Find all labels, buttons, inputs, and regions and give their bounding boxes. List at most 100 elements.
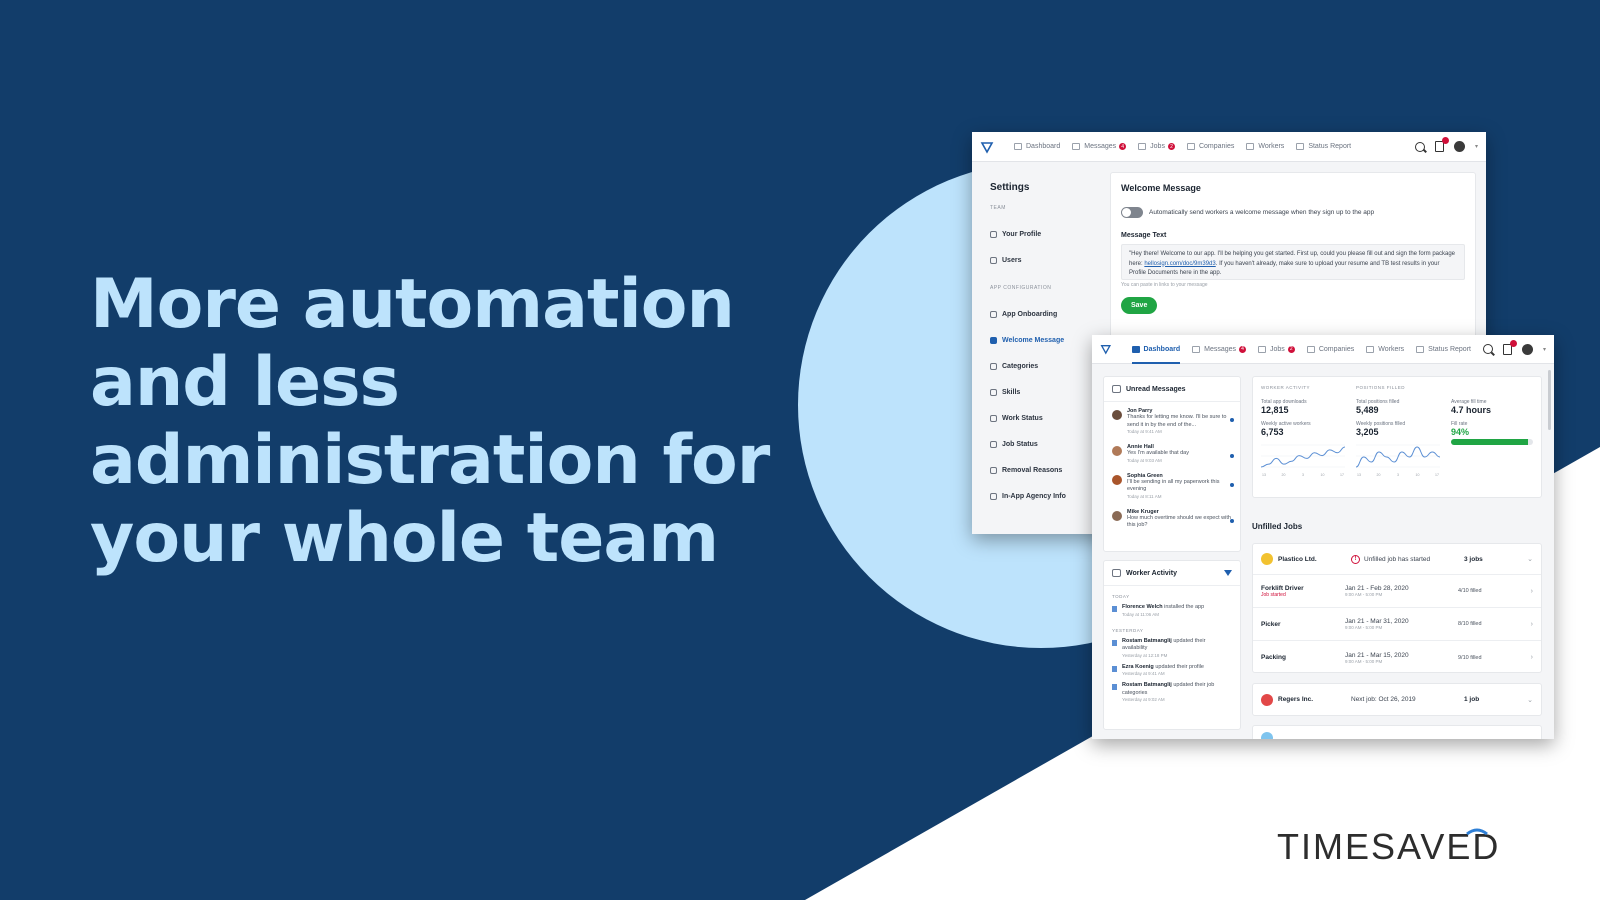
sidebar-item-removal-reasons[interactable]: Removal Reasons [990, 457, 1096, 483]
stats-section-label [1451, 385, 1536, 399]
company-row[interactable]: Plastico Ltd. ! Unfilled job has started … [1253, 544, 1541, 575]
phone-icon [990, 310, 997, 318]
sparkline-tick: 17 [1340, 473, 1344, 477]
message-text-label: Message Text [1121, 232, 1167, 239]
nav-status-report[interactable]: Status Report [1296, 132, 1351, 162]
nav-workers[interactable]: Workers [1246, 132, 1284, 162]
clipboard-icon [990, 362, 997, 370]
sidebar-item-in-app-agency-info[interactable]: In-App Agency Info [990, 483, 1096, 509]
search-icon[interactable] [1482, 344, 1493, 354]
sparkline-path [1260, 446, 1346, 468]
company-name: Plastico Ltd. [1278, 555, 1317, 563]
nav-jobs[interactable]: Jobs 2 [1258, 335, 1295, 364]
stats-card: WORKER ACTIVITY Total app downloads 12,8… [1252, 376, 1542, 498]
calendar-icon [1112, 639, 1117, 646]
message-item[interactable]: Jon Parry Thanks for letting me know. I'l… [1104, 402, 1240, 438]
nav-label: Jobs [1150, 143, 1165, 150]
nav-companies[interactable]: Companies [1306, 335, 1355, 364]
scrollbar[interactable] [1548, 370, 1551, 430]
message-item[interactable]: Mike Kruger How much overtime should we e… [1104, 503, 1240, 534]
nav-messages[interactable]: Messages 4 [1192, 335, 1247, 364]
nav-jobs[interactable]: Jobs 2 [1138, 132, 1175, 162]
avatar[interactable] [1521, 343, 1533, 355]
job-count: 1 job [1464, 696, 1480, 703]
activity-item[interactable]: Florence Welch installed the app Today at… [1104, 601, 1240, 620]
worker-name: Florence Welch [1122, 604, 1163, 610]
notifications-icon[interactable] [1434, 137, 1449, 152]
sidebar-item-work-status[interactable]: Work Status [990, 405, 1096, 431]
job-status: Job started [1261, 591, 1286, 598]
activity-action: installed the app [1164, 604, 1205, 610]
job-row[interactable]: Packing Jan 21 - Mar 15, 2020 9:00 AM - 5… [1253, 641, 1541, 674]
activity-section-yesterday: YESTERDAY [1112, 627, 1144, 633]
sparkline-tick: 13 [1262, 473, 1266, 477]
avatar[interactable] [1453, 141, 1465, 152]
activity-item[interactable]: Rostam Batmanglij updated their job cate… [1104, 679, 1240, 705]
chevron-down-icon[interactable]: ⌄ [1527, 696, 1533, 704]
top-nav-bar: Dashboard Messages 4 Jobs 2 Companies Work… [1092, 335, 1554, 364]
count-badge: 4 [1119, 143, 1127, 150]
activity-item[interactable]: Rostam Batmanglij updated their availabi… [1104, 635, 1240, 661]
nav-dashboard[interactable]: Dashboard [1014, 132, 1060, 162]
building-icon [1306, 345, 1315, 353]
nav-label: Dashboard [1143, 345, 1181, 353]
card-header: Worker Activity [1104, 561, 1240, 586]
notifications-icon[interactable] [1502, 339, 1517, 355]
sidebar-item-your-profile[interactable]: Your Profile [990, 221, 1096, 247]
count-badge: 4 [1239, 345, 1247, 353]
stat-value: 3,205 [1356, 427, 1379, 437]
phone-icon [1112, 606, 1117, 612]
chevron-down-icon[interactable]: ▾ [1475, 143, 1478, 150]
company-status-text: Next job: Oct 26, 2019 [1351, 696, 1416, 703]
message-textarea[interactable]: "Hey there! Welcome to our app. I'll be … [1121, 244, 1465, 280]
nav-status-report[interactable]: Status Report [1416, 335, 1471, 364]
nav-dashboard[interactable]: Dashboard [1131, 335, 1181, 364]
chevron-right-icon[interactable]: › [1531, 621, 1533, 628]
company-status: ! Unfilled job has started [1351, 554, 1464, 564]
sidebar-item-job-status[interactable]: Job Status [990, 431, 1096, 457]
calendar-icon [990, 440, 997, 448]
home-icon [1014, 143, 1022, 150]
brand-logo-icon[interactable] [1100, 342, 1112, 356]
stat-value: 5,489 [1356, 405, 1379, 415]
job-row[interactable]: Picker Jan 21 - Mar 31, 2020 9:00 AM - 5:… [1253, 608, 1541, 641]
stat-value: 12,815 [1261, 405, 1289, 415]
sidebar-item-skills[interactable]: Skills [990, 379, 1096, 405]
sidebar-item-app-onboarding[interactable]: App Onboarding [990, 301, 1096, 327]
stats-section-label: POSITIONS FILLED [1356, 385, 1406, 390]
stat-value: 6,753 [1261, 427, 1284, 437]
message-link[interactable]: hellosign.com/doc/9m39d3 [1144, 261, 1215, 267]
auto-send-toggle[interactable] [1121, 207, 1143, 218]
stat-value: 94% [1451, 427, 1470, 437]
brand-logo-icon[interactable] [980, 140, 994, 154]
message-item[interactable]: Sophia Green I'll be sending in all my pa… [1104, 467, 1240, 503]
chevron-down-icon[interactable]: ⌄ [1527, 555, 1533, 563]
nav-companies[interactable]: Companies [1186, 132, 1234, 162]
company-row[interactable]: Regers Inc. Next job: Oct 26, 2019 1 job… [1253, 684, 1541, 715]
chevron-right-icon[interactable]: › [1531, 654, 1533, 661]
nav-label: Messages [1084, 143, 1117, 150]
filter-icon[interactable] [1224, 570, 1232, 576]
company-logo [1261, 732, 1273, 739]
message-item[interactable]: Annie Hall Yes I'm available that day Toda… [1104, 438, 1240, 467]
activity-section-today: TODAY [1112, 594, 1130, 599]
job-row[interactable]: Forklift Driver Job started Jan 21 - Feb … [1253, 575, 1541, 608]
sidebar-item-label: Your Profile [1002, 230, 1042, 238]
search-icon[interactable] [1414, 141, 1425, 152]
message-preview: Yes I'm available that day [1127, 450, 1189, 456]
sidebar-item-categories[interactable]: Categories [990, 353, 1096, 379]
settings-sidebar: Settings TEAM Your Profile Users APP CON… [972, 162, 1096, 534]
chevron-down-icon[interactable]: ▾ [1543, 346, 1546, 353]
sidebar-item-welcome-message[interactable]: Welcome Message [990, 327, 1096, 353]
chevron-right-icon[interactable]: › [1531, 588, 1533, 595]
headline-line: More automation [90, 265, 735, 344]
nav-messages[interactable]: Messages 4 [1072, 132, 1127, 162]
top-nav-bar: Dashboard Messages 4 Jobs 2 Companies Work… [972, 132, 1486, 162]
activity-item[interactable]: Ezra Koenig updated their profile Yesterd… [1104, 661, 1240, 680]
nav-workers[interactable]: Workers [1366, 335, 1404, 364]
sidebar-item-users[interactable]: Users [990, 247, 1096, 273]
nav-label: Companies [1318, 345, 1355, 353]
save-button[interactable]: Save [1121, 297, 1158, 314]
unread-messages-card: Unread Messages Jon Parry Thanks for lett… [1103, 376, 1241, 552]
stat-value: 4.7 hours [1451, 405, 1492, 415]
